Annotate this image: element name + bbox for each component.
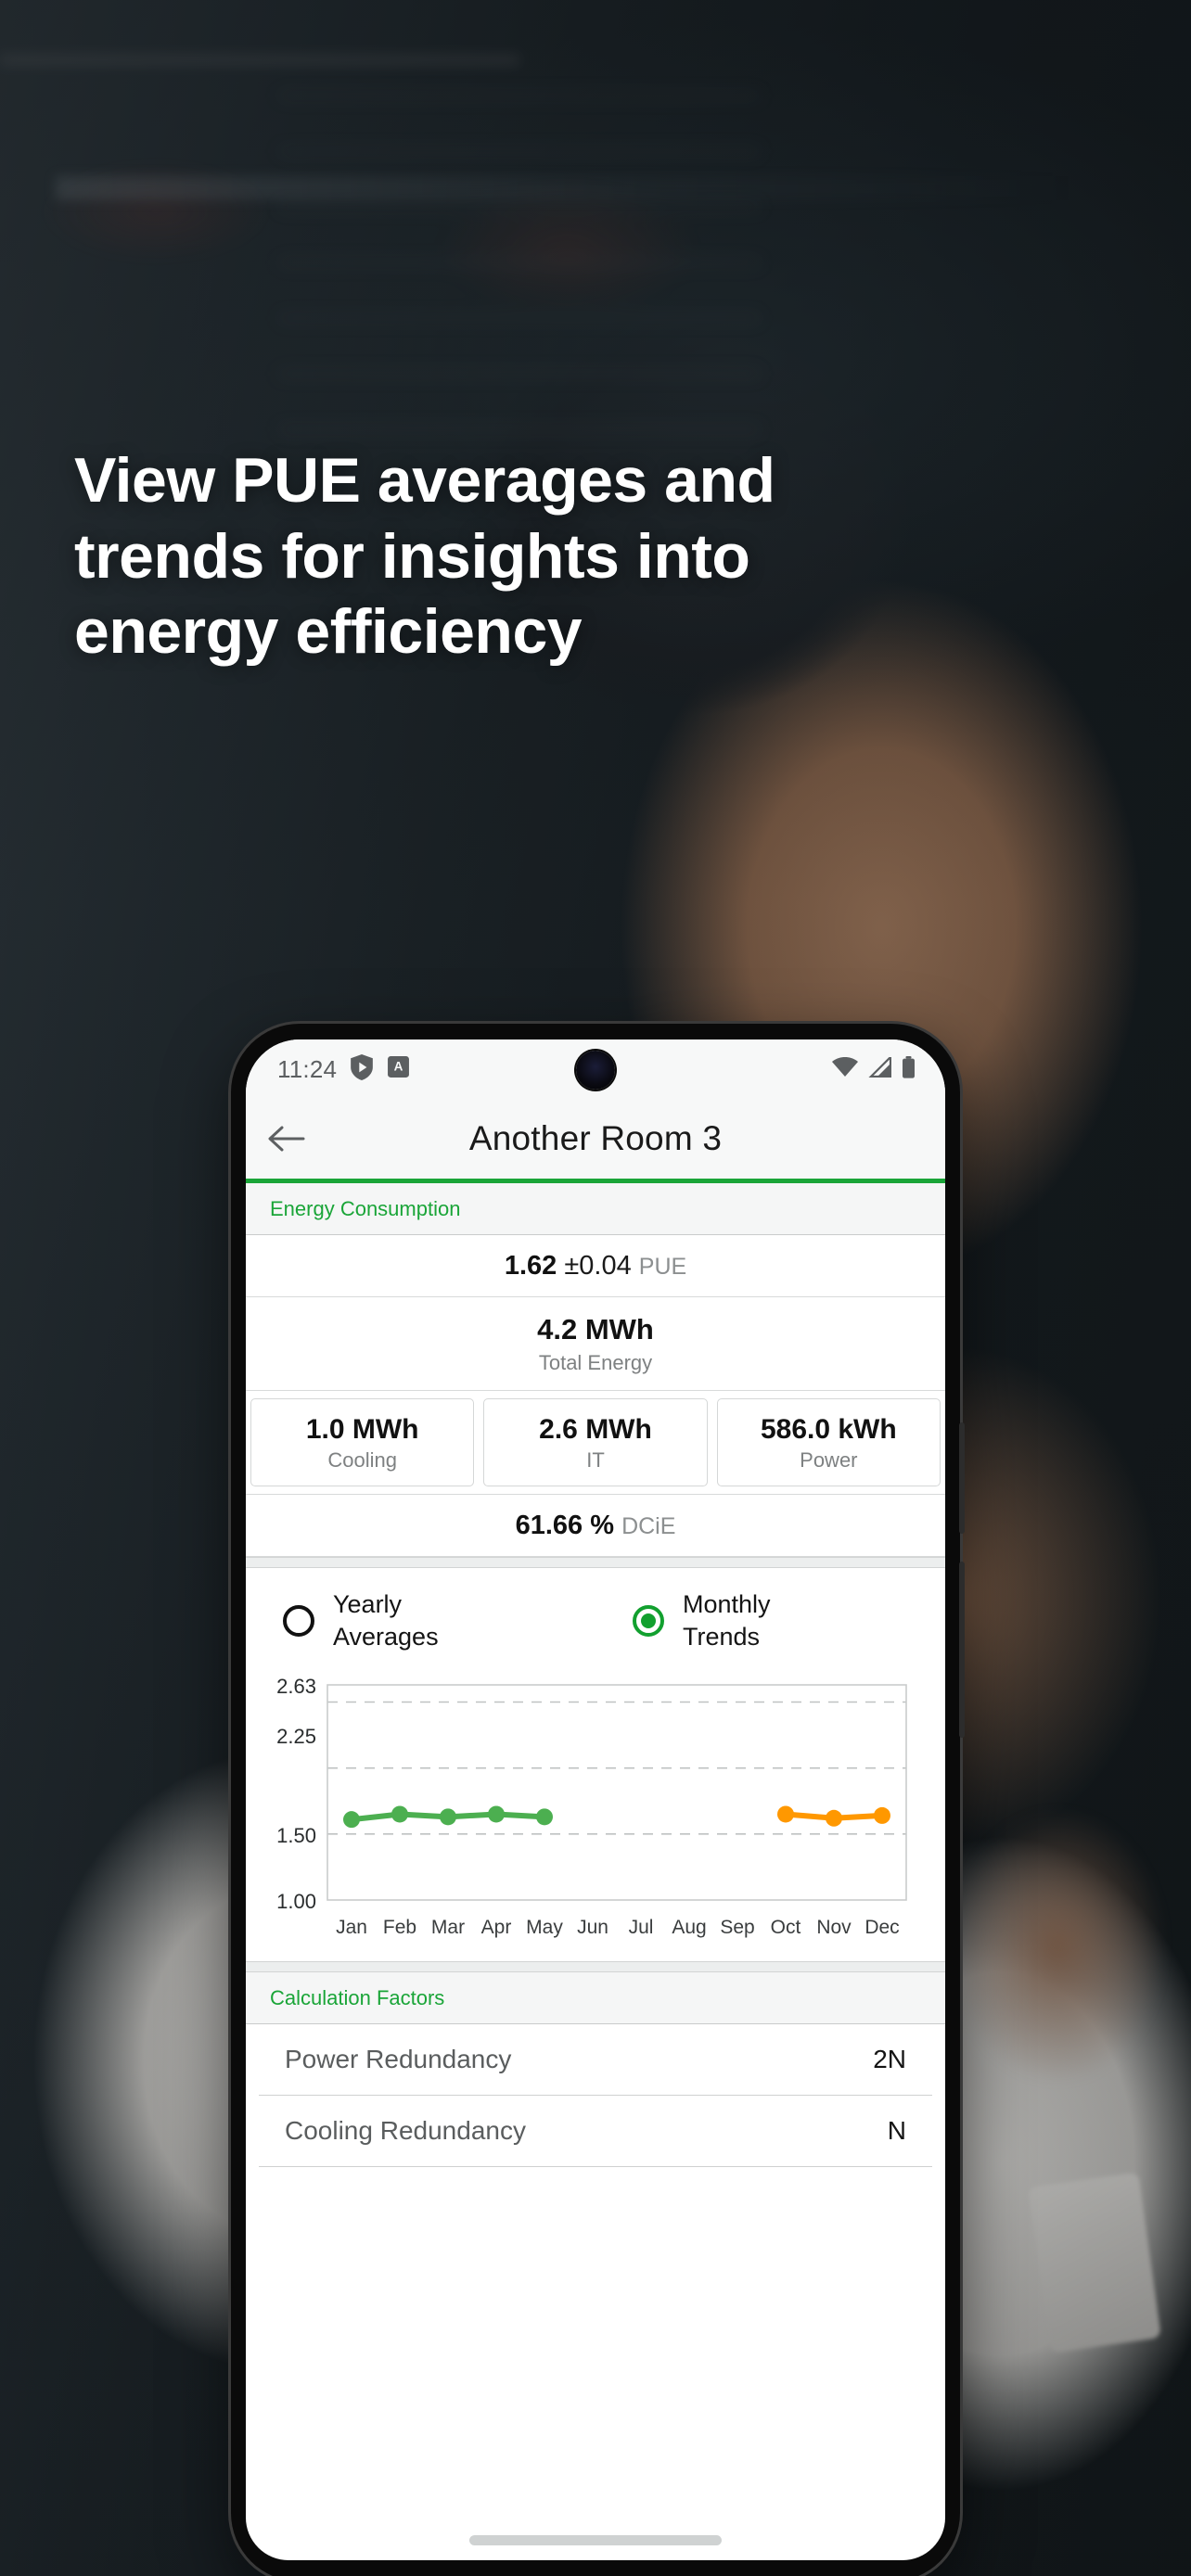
card-power[interactable]: 586.0 kWh Power	[716, 1397, 941, 1486]
radio-selected-icon	[633, 1604, 664, 1637]
cellular-signal-icon	[868, 1053, 892, 1082]
app-bar: Another Room 3	[246, 1099, 945, 1179]
status-bar-left: 11:24 A	[277, 1053, 410, 1085]
svg-text:Feb: Feb	[383, 1917, 416, 1938]
chart-view-toggle: Yearly Averages Monthly Trends	[246, 1567, 945, 1666]
total-energy-label: Total Energy	[538, 1350, 653, 1374]
svg-text:Nov: Nov	[816, 1917, 852, 1938]
status-bar: 11:24 A	[246, 1039, 945, 1099]
card-power-value: 586.0 kWh	[760, 1413, 897, 1445]
svg-text:2.63: 2.63	[276, 1675, 316, 1698]
svg-text:1.50: 1.50	[276, 1824, 316, 1847]
pue-row[interactable]: 1.62 ±0.04 PUE	[246, 1235, 945, 1297]
svg-text:Apr: Apr	[481, 1917, 512, 1938]
section-spacer-2	[246, 1960, 945, 1972]
section-header-energy: Energy Consumption	[246, 1183, 945, 1235]
chart-svg: 2.63 2.25 1.50 1.00 Jan Feb Mar Apr May Jun Jul Au…	[276, 1675, 907, 1938]
dcie-row[interactable]: 61.66 % DCiE	[246, 1494, 945, 1557]
battery-icon	[902, 1055, 916, 1083]
radio-monthly-trends[interactable]: Monthly Trends	[596, 1588, 945, 1653]
section-header-factors: Calculation Factors	[246, 1971, 945, 2024]
card-cooling[interactable]: 1.0 MWh Cooling	[250, 1397, 475, 1486]
radio-monthly-line1: Monthly	[683, 1589, 771, 1618]
home-indicator[interactable]	[469, 2535, 722, 2545]
factor-power-redundancy-name: Power Redundancy	[285, 2044, 512, 2073]
dcie-unit: DCiE	[621, 1512, 676, 1539]
promo-headline: View PUE averages and trends for insight…	[74, 443, 1122, 670]
svg-text:Mar: Mar	[431, 1917, 465, 1938]
pue-unit: PUE	[638, 1254, 687, 1280]
gesture-nav-zone	[246, 2166, 945, 2545]
a-badge-icon: A	[387, 1055, 410, 1083]
card-cooling-label: Cooling	[327, 1447, 397, 1472]
chart-series	[343, 1805, 890, 1828]
factor-row-cooling-redundancy[interactable]: Cooling Redundancy N	[259, 2095, 932, 2167]
svg-text:Jun: Jun	[577, 1917, 608, 1938]
svg-text:Sep: Sep	[720, 1917, 754, 1938]
phone-screen: 11:24 A Another Room 3 Energy Consumptio…	[246, 1039, 945, 2560]
svg-text:2.25: 2.25	[276, 1725, 316, 1748]
radio-yearly-line1: Yearly	[333, 1589, 403, 1618]
total-energy-row[interactable]: 4.2 MWh Total Energy	[246, 1297, 945, 1391]
headline-line-2: trends for insights into	[74, 520, 750, 592]
chart-x-axis-ticks: Jan Feb Mar Apr May Jun Jul Aug Sep Oct Nov Dec	[336, 1917, 900, 1938]
svg-text:Jan: Jan	[336, 1917, 367, 1938]
power-button[interactable]	[959, 1422, 965, 1534]
energy-breakdown-cards: 1.0 MWh Cooling 2.6 MWh IT 586.0 kWh Pow…	[246, 1390, 945, 1495]
volume-button[interactable]	[959, 1562, 965, 1738]
pue-value: 1.62	[504, 1251, 557, 1281]
card-cooling-value: 1.0 MWh	[305, 1413, 419, 1445]
svg-text:1.00: 1.00	[276, 1890, 316, 1913]
page-title: Another Room 3	[468, 1119, 723, 1157]
chart-y-axis-ticks: 2.63 2.25 1.50 1.00	[276, 1675, 316, 1913]
radio-unselected-icon	[283, 1604, 314, 1637]
front-camera-punch-hole	[576, 1051, 615, 1090]
card-power-label: Power	[800, 1447, 858, 1472]
phone-mockup: 11:24 A Another Room 3 Energy Consumptio…	[231, 1024, 965, 2576]
factor-cooling-redundancy-name: Cooling Redundancy	[285, 2115, 526, 2145]
radio-yearly-line2: Averages	[333, 1622, 439, 1651]
headline-line-3: energy efficiency	[74, 596, 583, 668]
dcie-value: 61.66 %	[515, 1510, 614, 1540]
card-it[interactable]: 2.6 MWh IT	[483, 1397, 708, 1486]
card-it-value: 2.6 MWh	[539, 1413, 652, 1445]
clock: 11:24	[277, 1054, 338, 1083]
dcie-metric: 61.66 % DCiE	[246, 1511, 945, 1541]
radio-yearly-averages-label: Yearly Averages	[333, 1588, 439, 1653]
factor-cooling-redundancy-value: N	[887, 2115, 906, 2145]
svg-text:May: May	[526, 1917, 563, 1938]
section-spacer	[246, 1556, 945, 1568]
wifi-icon	[832, 1056, 858, 1082]
svg-text:A: A	[394, 1060, 403, 1074]
card-it-label: IT	[586, 1447, 605, 1472]
chart-axes	[327, 1683, 907, 1901]
factor-power-redundancy-value: 2N	[873, 2044, 906, 2073]
total-energy-value: 4.2 MWh	[537, 1313, 654, 1345]
pue-tolerance: ±0.04	[564, 1251, 632, 1281]
svg-text:Aug: Aug	[672, 1917, 706, 1938]
svg-text:Oct: Oct	[771, 1917, 801, 1938]
svg-text:Dec: Dec	[864, 1917, 899, 1938]
radio-monthly-trends-label: Monthly Trends	[683, 1588, 771, 1653]
status-bar-right	[832, 1053, 916, 1083]
factor-row-power-redundancy[interactable]: Power Redundancy 2N	[259, 2023, 932, 2096]
pue-trend-chart[interactable]: 2.63 2.25 1.50 1.00 Jan Feb Mar Apr May Jun Jul Au…	[246, 1665, 945, 1961]
shield-play-icon	[350, 1053, 374, 1085]
pue-metric: 1.62 ±0.04 PUE	[246, 1251, 945, 1282]
svg-text:Jul: Jul	[629, 1917, 654, 1938]
headline-line-1: View PUE averages and	[74, 445, 775, 516]
radio-yearly-averages[interactable]: Yearly Averages	[246, 1588, 596, 1653]
radio-monthly-line2: Trends	[683, 1622, 761, 1651]
